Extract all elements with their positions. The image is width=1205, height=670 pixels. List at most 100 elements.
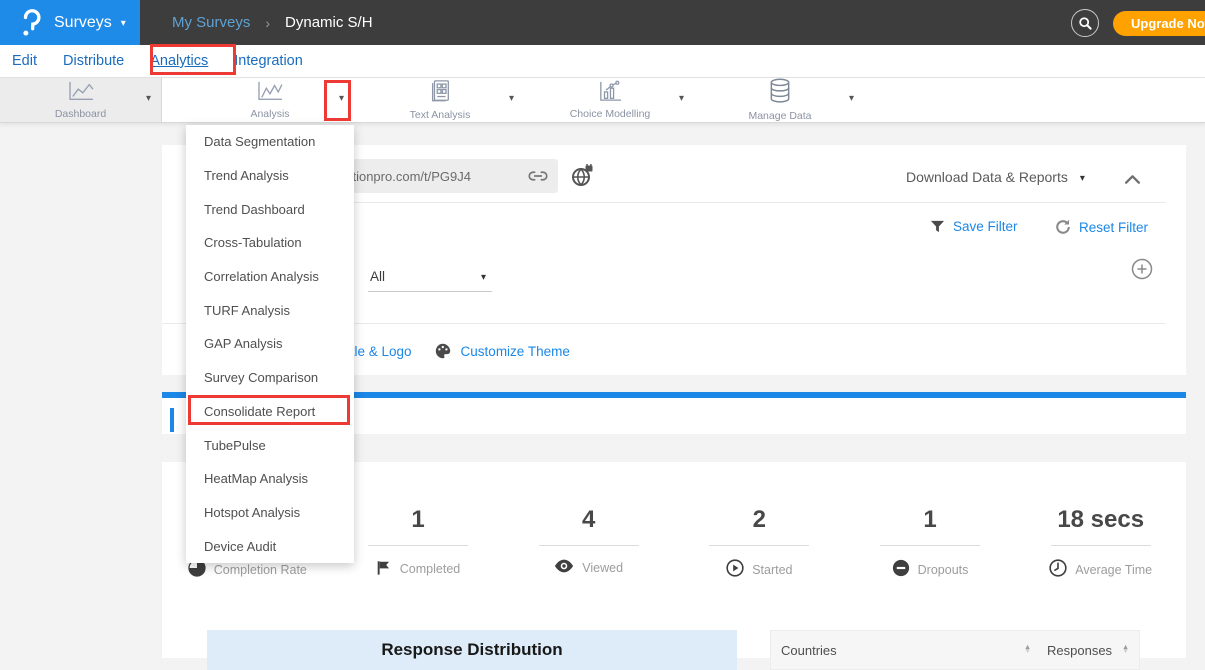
analysis-chart-icon (256, 80, 284, 107)
database-icon (768, 78, 792, 109)
toolbar-item-dashboard[interactable]: Dashboard ▾ (0, 78, 162, 122)
add-filter-button[interactable] (1131, 258, 1153, 285)
download-data-reports-dropdown[interactable]: Download Data & Reports ▾ (906, 169, 1085, 185)
menu-item-survey-comparison[interactable]: Survey Comparison (186, 361, 354, 395)
play-icon (726, 559, 752, 580)
toolbar-item-manage-data[interactable]: Manage Data ▾ (696, 78, 864, 122)
survey-nav-tabs: Edit Distribute Analytics Integration (0, 45, 1205, 78)
tab-edit[interactable]: Edit (12, 53, 37, 69)
toolbar-item-choice-modelling[interactable]: Choice Modelling ▾ (526, 78, 694, 122)
menu-item-hotspot-analysis[interactable]: Hotspot Analysis (186, 496, 354, 530)
menu-item-tubepulse[interactable]: TubePulse (186, 428, 354, 462)
stat-label: Started (752, 563, 792, 577)
tab-distribute[interactable]: Distribute (63, 53, 124, 69)
dashboard-chart-icon (67, 80, 95, 107)
upgrade-now-button[interactable]: Upgrade Now (1113, 11, 1205, 36)
reset-filter-button[interactable]: Reset Filter (1055, 219, 1148, 235)
plus-circle-icon (1131, 258, 1153, 280)
section-accent-bar (170, 408, 174, 432)
chevron-down-icon: ▾ (481, 272, 486, 283)
toolbar-item-label: Text Analysis (410, 109, 471, 121)
chevron-down-icon: ▾ (121, 18, 126, 29)
toolbar-item-text-analysis[interactable]: Text Analysis ▾ (356, 78, 524, 122)
chevron-down-icon: ▾ (1080, 173, 1085, 184)
chevron-down-icon[interactable]: ▾ (849, 93, 854, 104)
collapse-panel-button[interactable] (1124, 172, 1141, 190)
chevron-down-icon[interactable]: ▾ (679, 93, 684, 104)
stat-started: 2 Started (674, 502, 845, 580)
chevron-down-icon[interactable]: ▾ (146, 93, 151, 104)
breadcrumb: My Surveys › Dynamic S/H (172, 0, 373, 45)
analytics-toolbar: Dashboard▾Analysis▾Text Analysis▾Choice … (0, 78, 1205, 123)
flag-icon (376, 559, 400, 579)
stat-dropouts: 1 Dropouts (845, 502, 1016, 580)
chevron-up-icon (1124, 174, 1141, 185)
divider (539, 545, 639, 546)
stat-viewed: 4Viewed (503, 502, 674, 580)
link-icon[interactable] (528, 169, 548, 183)
stat-label: Completed (400, 562, 460, 576)
stat-average-time: 18 secsAverage Time (1015, 502, 1186, 580)
stat-label: Dropouts (918, 563, 969, 577)
menu-item-device-audit[interactable]: Device Audit (186, 529, 354, 563)
save-filter-label: Save Filter (953, 219, 1018, 234)
globe-lock-button[interactable] (570, 164, 594, 193)
toolbar-item-label: Choice Modelling (570, 108, 651, 120)
stat-value: 2 (674, 502, 845, 538)
stat-value: 1 (845, 502, 1016, 538)
filter-all-select[interactable]: All ▾ (368, 257, 492, 292)
search-icon (1077, 15, 1093, 31)
sort-icon[interactable]: ▲▼ (1024, 646, 1031, 654)
toolbar-item-label: Dashboard (55, 108, 106, 120)
stat-value: 18 secs (1015, 502, 1186, 538)
stat-label: Viewed (582, 561, 623, 575)
divider (1051, 545, 1151, 546)
download-data-reports-label: Download Data & Reports (906, 169, 1068, 185)
responses-column-header[interactable]: Responses (1047, 643, 1112, 658)
tab-analytics[interactable]: Analytics (150, 53, 208, 69)
palette-icon (434, 342, 452, 360)
divider (880, 545, 980, 546)
menu-item-data-segmentation[interactable]: Data Segmentation (186, 125, 354, 159)
menu-item-trend-dashboard[interactable]: Trend Dashboard (186, 192, 354, 226)
top-bar: Surveys ▾ My Surveys › Dynamic S/H Upgra… (0, 0, 1205, 45)
reset-icon (1055, 219, 1071, 235)
chevron-down-icon[interactable]: ▾ (339, 93, 344, 104)
product-switcher[interactable]: Surveys ▾ (0, 0, 140, 45)
menu-item-consolidate-report[interactable]: Consolidate Report (186, 395, 354, 429)
eye-icon (554, 559, 582, 576)
stat-completed: 1Completed (333, 502, 504, 580)
menu-item-heatmap-analysis[interactable]: HeatMap Analysis (186, 462, 354, 496)
menu-item-correlation-analysis[interactable]: Correlation Analysis (186, 260, 354, 294)
breadcrumb-separator: › (265, 15, 270, 31)
chevron-down-icon[interactable]: ▾ (509, 93, 514, 104)
search-button[interactable] (1071, 9, 1099, 37)
filter-all-value: All (370, 269, 385, 284)
tab-integration[interactable]: Integration (234, 53, 303, 69)
toolbar-item-label: Manage Data (748, 110, 811, 122)
response-distribution-header: Response Distribution (207, 630, 737, 670)
choice-modelling-icon (597, 80, 623, 107)
brand-options-row: Title & Logo Customize Theme (340, 342, 570, 360)
text-analysis-icon (428, 79, 452, 108)
funnel-icon (930, 219, 945, 234)
menu-item-cross-tabulation[interactable]: Cross-Tabulation (186, 226, 354, 260)
menu-item-turf-analysis[interactable]: TURF Analysis (186, 293, 354, 327)
breadcrumb-my-surveys[interactable]: My Surveys (172, 14, 250, 31)
questionpro-logo-icon (20, 9, 42, 37)
globe-lock-icon (570, 164, 594, 188)
stat-label: Completion Rate (214, 563, 307, 577)
divider (709, 545, 809, 546)
countries-column-header[interactable]: Countries (781, 643, 1020, 658)
customize-theme-link[interactable]: Customize Theme (461, 344, 570, 359)
toolbar-item-label: Analysis (250, 108, 289, 120)
toolbar-item-analysis[interactable]: Analysis ▾ (186, 78, 354, 122)
analysis-dropdown-menu: Data SegmentationTrend AnalysisTrend Das… (186, 125, 354, 563)
breadcrumb-current-survey: Dynamic S/H (285, 14, 373, 31)
menu-item-trend-analysis[interactable]: Trend Analysis (186, 159, 354, 193)
minus-icon (892, 559, 918, 580)
save-filter-button[interactable]: Save Filter (930, 219, 1018, 234)
reset-filter-label: Reset Filter (1079, 220, 1148, 235)
menu-item-gap-analysis[interactable]: GAP Analysis (186, 327, 354, 361)
sort-icon[interactable]: ▲▼ (1122, 646, 1129, 654)
